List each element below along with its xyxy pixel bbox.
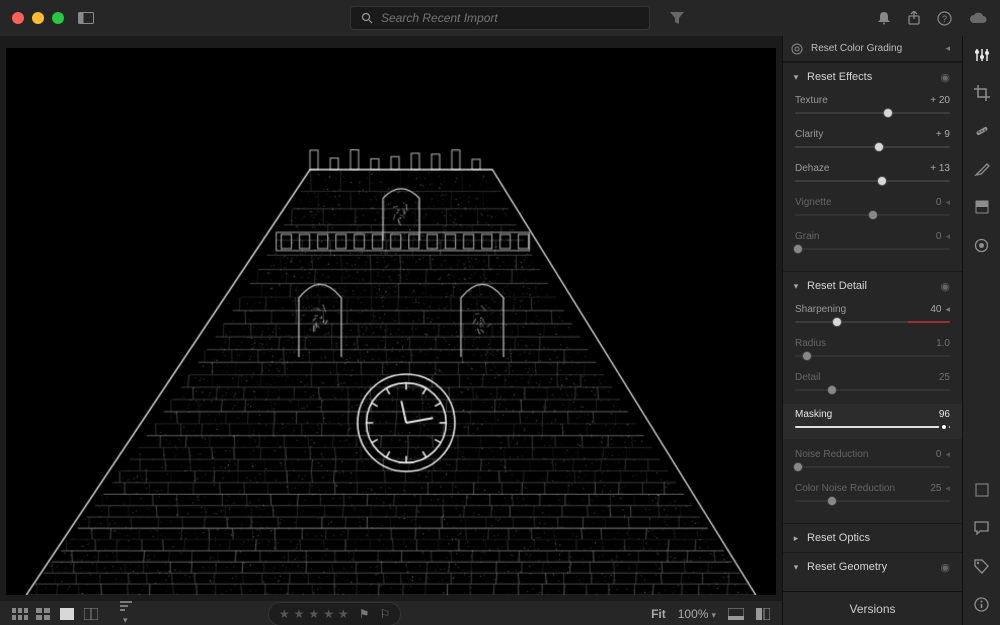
fit-label[interactable]: Fit	[651, 607, 666, 621]
color-noise-reduction-slider[interactable]	[795, 495, 950, 507]
star-icon[interactable]: ★	[338, 607, 349, 621]
compare-view-icon[interactable]	[84, 608, 100, 620]
noise-reduction-row: Noise Reduction0◂	[795, 447, 950, 473]
compare-toggle-icon[interactable]	[756, 608, 770, 620]
linear-gradient-icon[interactable]	[973, 198, 991, 216]
filmstrip-toggle-icon[interactable]	[728, 608, 744, 620]
noise-reduction-slider[interactable]	[795, 461, 950, 473]
detail-header[interactable]: ▾ Reset Detail ◉	[783, 272, 962, 300]
vignette-row: Vignette0◂	[795, 195, 950, 221]
chevron-down-icon: ▾	[791, 281, 801, 292]
sharpening-row: Sharpening40◂	[795, 302, 950, 328]
optics-header[interactable]: ▸ Reset Optics	[783, 524, 962, 552]
color-wheel-icon	[791, 43, 803, 55]
notifications-icon[interactable]	[877, 11, 891, 25]
visibility-icon[interactable]: ◉	[940, 561, 950, 574]
geometry-header[interactable]: ▾ Reset Geometry ◉	[783, 553, 962, 581]
preview-image	[6, 48, 776, 595]
info-icon[interactable]	[973, 595, 991, 613]
vignette-slider[interactable]	[795, 209, 950, 221]
star-icon[interactable]: ★	[279, 607, 290, 621]
search-icon	[361, 12, 373, 24]
cloud-sync-icon[interactable]	[968, 11, 988, 25]
tool-strip	[962, 36, 1000, 625]
sidebar-toggle-icon[interactable]	[78, 12, 94, 24]
star-icon[interactable]: ★	[294, 607, 305, 621]
single-view-icon[interactable]	[60, 608, 76, 620]
visibility-icon[interactable]: ◉	[940, 280, 950, 293]
flag-pick-icon[interactable]: ⚑	[359, 607, 370, 621]
titlebar: ?	[0, 0, 1000, 36]
maximize-window-button[interactable]	[52, 12, 64, 24]
share-icon[interactable]	[907, 11, 921, 25]
effects-body: Texture+ 20 Clarity+ 9 Dehaze+ 13 Vignet…	[783, 91, 962, 271]
color-noise-reduction-row: Color Noise Reduction25◂	[795, 481, 950, 507]
zoom-icon[interactable]	[973, 481, 991, 499]
dehaze-slider[interactable]	[795, 175, 950, 187]
image-frame	[6, 48, 776, 595]
healing-icon[interactable]	[973, 122, 991, 140]
chevron-right-icon: ▸	[791, 533, 801, 544]
image-viewer[interactable]	[0, 36, 782, 601]
search-field[interactable]	[350, 6, 650, 30]
grain-slider[interactable]	[795, 243, 950, 255]
window-controls	[12, 12, 64, 24]
zoom-level[interactable]: 100%▾	[678, 607, 716, 621]
masking-row: Masking96	[783, 404, 962, 439]
svg-text:?: ?	[942, 14, 947, 24]
dehaze-row: Dehaze+ 13	[795, 161, 950, 187]
bottom-toolbar: ▾ ★ ★ ★ ★ ★ ⚑ ⚐ Fit 100%▾	[0, 601, 782, 625]
visibility-icon[interactable]: ◉	[940, 71, 950, 84]
edit-panel: Reset Color Grading ◂ ▾ Reset Effects ◉ …	[782, 36, 962, 625]
help-icon[interactable]: ?	[937, 11, 952, 26]
texture-row: Texture+ 20	[795, 93, 950, 119]
color-grading-header[interactable]: Reset Color Grading ◂	[783, 36, 962, 62]
texture-slider[interactable]	[795, 107, 950, 119]
chevron-down-icon: ▾	[791, 562, 801, 573]
clarity-slider[interactable]	[795, 141, 950, 153]
radius-row: Radius1.0	[795, 336, 950, 362]
detail-slider-row: Detail25	[795, 370, 950, 396]
versions-footer[interactable]: Versions	[783, 591, 962, 625]
radius-slider[interactable]	[795, 350, 950, 362]
rating-strip[interactable]: ★ ★ ★ ★ ★ ⚑ ⚐	[268, 602, 401, 625]
radial-gradient-icon[interactable]	[973, 236, 991, 254]
detail-slider[interactable]	[795, 384, 950, 396]
grid-view-small-icon[interactable]	[12, 608, 28, 620]
comments-icon[interactable]	[973, 519, 991, 537]
sort-icon[interactable]: ▾	[120, 601, 136, 625]
crop-icon[interactable]	[973, 84, 991, 102]
filter-icon[interactable]	[670, 12, 684, 24]
search-input[interactable]	[381, 11, 639, 25]
tag-icon[interactable]	[973, 557, 991, 575]
main-canvas: ▾ ★ ★ ★ ★ ★ ⚑ ⚐ Fit 100%▾	[0, 36, 782, 625]
clarity-row: Clarity+ 9	[795, 127, 950, 153]
chevron-down-icon: ▾	[791, 72, 801, 83]
edit-sliders-icon[interactable]	[973, 46, 991, 64]
detail-body: Sharpening40◂ Radius1.0 Detail25 Masking…	[783, 300, 962, 523]
star-icon[interactable]: ★	[323, 607, 334, 621]
masking-slider[interactable]	[795, 421, 950, 433]
effects-header[interactable]: ▾ Reset Effects ◉	[783, 63, 962, 91]
star-icon[interactable]: ★	[308, 607, 319, 621]
grain-row: Grain0◂	[795, 229, 950, 255]
grid-view-large-icon[interactable]	[36, 608, 52, 620]
flag-reject-icon[interactable]: ⚐	[380, 607, 391, 621]
close-window-button[interactable]	[12, 12, 24, 24]
sharpening-slider[interactable]	[795, 316, 950, 328]
minimize-window-button[interactable]	[32, 12, 44, 24]
brush-icon[interactable]	[973, 160, 991, 178]
expand-icon[interactable]: ◂	[945, 43, 950, 54]
